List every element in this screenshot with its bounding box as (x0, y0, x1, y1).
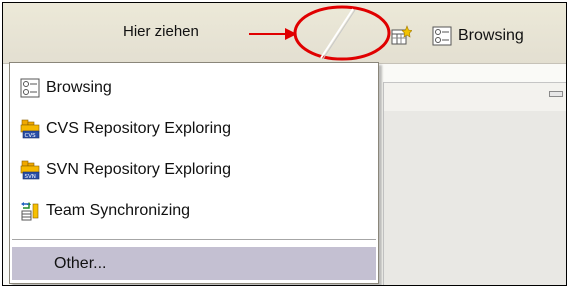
menu-item-label: Team Synchronizing (46, 202, 191, 219)
perspective-toolbar: Hier ziehen Browsing (3, 3, 566, 64)
view-header (383, 82, 566, 112)
cvs-repository-icon: CVS (20, 119, 40, 139)
browsing-perspective-button[interactable]: Browsing (432, 23, 524, 49)
menu-item-team-synchronizing[interactable]: Team Synchronizing (12, 196, 376, 226)
svg-text:CVS: CVS (25, 133, 37, 139)
screenshot-frame: Hier ziehen Browsing Browsing CVS CVS Re… (2, 2, 567, 286)
team-synchronizing-icon (20, 201, 40, 221)
menu-item-browsing[interactable]: Browsing (12, 73, 376, 103)
menu-item-other-label: Other... (54, 254, 107, 272)
menu-item-other[interactable]: Other... (12, 247, 376, 280)
menu-item-label: Browsing (46, 79, 112, 96)
menu-item-label: CVS Repository Exploring (46, 120, 231, 137)
minimize-view-icon[interactable] (549, 91, 563, 97)
browsing-perspective-icon (20, 78, 40, 98)
svn-repository-icon: SVN (20, 160, 40, 180)
menu-item-label: SVN Repository Exploring (46, 161, 231, 178)
view-body (383, 111, 566, 285)
menu-item-svn-repository-exploring[interactable]: SVN SVN Repository Exploring (12, 155, 376, 185)
svg-text:SVN: SVN (25, 174, 36, 180)
browsing-perspective-icon (432, 26, 452, 46)
open-perspective-icon[interactable] (390, 25, 413, 47)
perspective-menu: Browsing CVS CVS Repository Exploring SV… (9, 62, 379, 284)
menu-item-cvs-repository-exploring[interactable]: CVS CVS Repository Exploring (12, 114, 376, 144)
browsing-perspective-label: Browsing (458, 27, 524, 44)
annotation-circle (293, 5, 391, 61)
menu-separator (12, 239, 376, 240)
